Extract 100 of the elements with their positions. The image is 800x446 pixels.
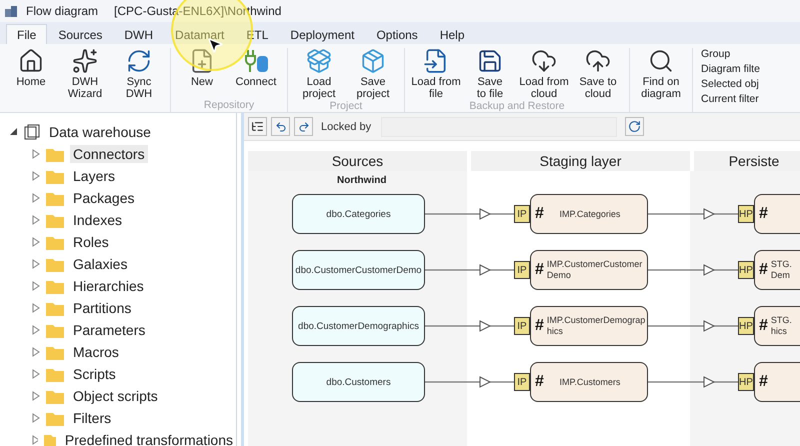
home-icon	[18, 48, 44, 74]
group-label: Backup and Restore	[469, 100, 565, 112]
ribbon-button[interactable]: Load from file	[409, 48, 463, 100]
tree-item[interactable]: Object scripts	[70, 387, 161, 405]
collapse-icon[interactable]	[10, 127, 18, 137]
tree-item[interactable]: Layers	[70, 167, 118, 185]
folder-icon	[46, 234, 64, 250]
expand-icon[interactable]	[32, 413, 40, 423]
staging-node[interactable]: # IMP.Customers	[530, 362, 648, 402]
ribbon-button[interactable]: Home	[4, 48, 58, 100]
ribbon-button[interactable]: Save to file	[463, 48, 517, 100]
source-node[interactable]: dbo.Categories	[292, 194, 425, 234]
folder-icon	[46, 388, 64, 404]
tree-item[interactable]: Data warehouse	[46, 123, 154, 141]
tree-item[interactable]: Parameters	[70, 321, 148, 339]
ribbon-button[interactable]: Sync DWH	[112, 48, 166, 100]
persisted-node[interactable]: #	[754, 194, 800, 234]
tree-item[interactable]: Indexes	[70, 211, 126, 229]
tree-item[interactable]: Scripts	[70, 365, 119, 383]
tree-item[interactable]: Partitions	[70, 299, 134, 317]
group-label: Project	[330, 100, 362, 112]
menu-tab[interactable]: DWH	[113, 24, 164, 44]
tree-item[interactable]: Connectors	[70, 145, 148, 163]
node-label: IMP.Categories	[558, 208, 622, 220]
staging-node[interactable]: # IMP.Categories	[530, 194, 648, 234]
node-label: IMP.Customers	[558, 376, 622, 388]
refresh-button[interactable]	[625, 117, 644, 136]
persisted-node[interactable]: #	[754, 362, 800, 402]
node-badge: IP	[514, 261, 530, 279]
expand-icon[interactable]	[32, 193, 40, 203]
node-badge: IP	[514, 373, 530, 391]
hash-mark: #	[535, 317, 544, 335]
node-label: IMP.CustomerDemograp hics	[546, 315, 646, 337]
node-badge: HP	[738, 317, 754, 335]
expand-icon[interactable]	[32, 391, 40, 401]
tree-item[interactable]: Hierarchies	[70, 277, 147, 295]
ribbon-menu-item[interactable]: Diagram filte	[701, 63, 760, 75]
tree-item[interactable]: Predefined transformations	[62, 431, 236, 446]
menu-tab[interactable]: Deployment	[279, 24, 366, 44]
node-label: IMP.CustomerCustomer Demo	[546, 259, 642, 281]
menu-tab[interactable]: Help	[428, 24, 476, 44]
ribbon-menu-item[interactable]: Group	[701, 48, 760, 60]
list-button[interactable]	[248, 117, 267, 136]
source-node[interactable]: dbo.Customers	[292, 362, 425, 402]
expand-icon[interactable]	[32, 303, 40, 313]
expand-icon[interactable]	[32, 259, 40, 269]
ribbon-menu-item[interactable]: Current filter	[701, 93, 760, 105]
hash-mark: #	[759, 373, 768, 391]
tree-item[interactable]: Filters	[70, 409, 114, 427]
hash-mark: #	[759, 205, 768, 223]
ribbon-button[interactable]: Find on diagram	[634, 48, 688, 100]
tree-item[interactable]: Roles	[70, 233, 112, 251]
source-group-title: Northwind	[337, 175, 388, 186]
folder-icon	[46, 322, 64, 338]
undo-button[interactable]	[271, 117, 290, 136]
ribbon-button[interactable]: Save to cloud	[571, 48, 625, 100]
ribbon-button[interactable]: Connect	[229, 48, 283, 99]
tree-item[interactable]: Macros	[70, 343, 122, 361]
node-label: STG. hics	[770, 315, 792, 337]
expand-icon[interactable]	[32, 149, 40, 159]
expand-icon[interactable]	[32, 435, 38, 445]
group-label: Repository	[204, 99, 254, 112]
hash-mark: #	[535, 261, 544, 279]
ribbon-button[interactable]: New	[175, 48, 229, 99]
app-icon	[4, 4, 18, 18]
node-badge: HP	[738, 373, 754, 391]
search-icon	[648, 48, 674, 74]
expand-icon[interactable]	[32, 171, 40, 181]
folder-icon	[44, 432, 56, 446]
folder-icon	[46, 300, 64, 316]
expand-icon[interactable]	[32, 369, 40, 379]
sparkles-icon	[72, 48, 98, 74]
expand-icon[interactable]	[32, 281, 40, 291]
folder-icon	[46, 146, 64, 162]
source-node[interactable]: dbo.CustomerDemographics	[292, 306, 425, 346]
menu-tab[interactable]: Options	[365, 24, 429, 44]
sync-icon	[126, 48, 152, 74]
folder-icon	[46, 410, 64, 426]
ribbon-menu-item[interactable]: Selected obj	[701, 78, 760, 90]
hash-mark: #	[535, 205, 544, 223]
hash-mark: #	[759, 261, 768, 279]
column-header: Sources	[248, 151, 467, 171]
refresh-icon	[628, 120, 642, 133]
ribbon-button[interactable]: Load project	[292, 48, 346, 100]
folder-icon	[46, 278, 64, 294]
menu-tab[interactable]: Sources	[47, 24, 114, 44]
expand-icon[interactable]	[32, 237, 40, 247]
menu-tab[interactable]: File	[6, 24, 48, 44]
expand-icon[interactable]	[32, 347, 40, 357]
ribbon-button[interactable]: DWH Wizard	[58, 48, 112, 100]
expand-icon[interactable]	[32, 325, 40, 335]
undo-icon	[274, 120, 286, 132]
ribbon-button[interactable]: Save project	[346, 48, 400, 100]
source-node[interactable]: dbo.CustomerCustomerDemo	[292, 250, 425, 290]
tree-item[interactable]: Galaxies	[70, 255, 130, 273]
tree-item[interactable]: Packages	[70, 189, 138, 207]
folder-icon	[46, 344, 64, 360]
expand-icon[interactable]	[32, 215, 40, 225]
redo-button[interactable]	[294, 117, 313, 136]
ribbon-button[interactable]: Load from cloud	[517, 48, 571, 100]
